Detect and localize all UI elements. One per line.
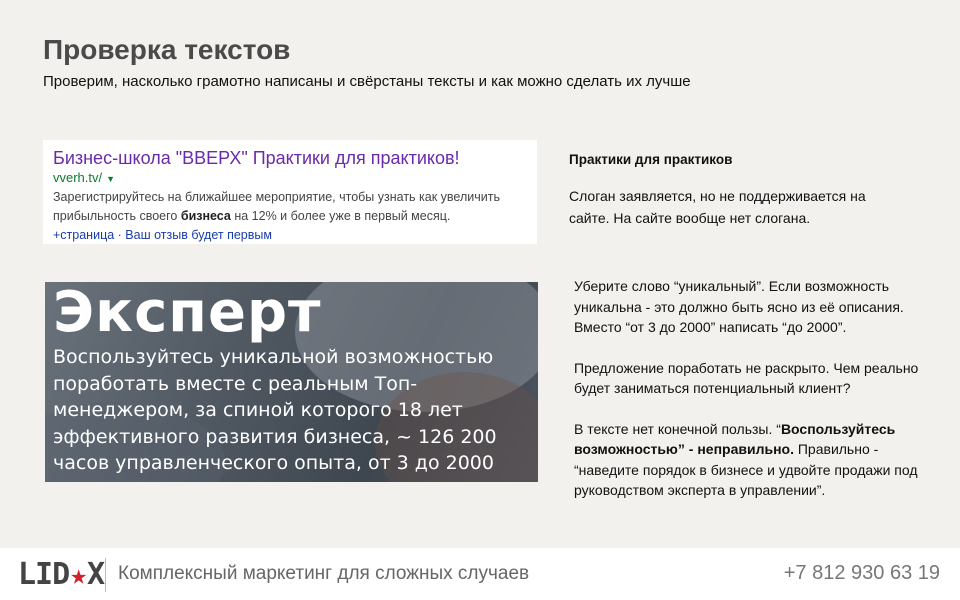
page-subtitle: Проверим, насколько грамотно написаны и …: [43, 73, 691, 90]
ad-desc-line-2: прибыльность своего бизнеса на 12% и бол…: [53, 207, 527, 226]
page-title: Проверка текстов: [43, 34, 291, 65]
note-text: В тексте нет конечной пользы. “: [574, 420, 781, 437]
ad-desc-line-1: Зарегистрируйтесь на ближайшее мероприят…: [53, 189, 500, 204]
note-banner: Уберите слово “уникальный”. Если возможн…: [574, 276, 924, 521]
ad-sitelinks: +страница · Ваш отзыв будет первым: [53, 226, 527, 245]
ad-url-text: vverh.tv/: [53, 170, 103, 185]
footer-divider: [105, 558, 106, 592]
banner-heading: Эксперт: [53, 282, 322, 345]
note-paragraph-3: В тексте нет конечной пользы. “Воспользу…: [574, 419, 924, 501]
ad-url: vverh.tv/▼: [53, 169, 527, 188]
note-paragraph-2: Предложение поработать не раскрыто. Чем …: [574, 359, 919, 397]
ad-link-separator: ·: [114, 227, 126, 242]
search-ad-card: Бизнес-школа "ВВЕРХ" Практики для практи…: [43, 140, 537, 244]
footer-phone[interactable]: +7 812 930 63 19: [784, 562, 940, 585]
banner-body-text: Воспользуйтесь уникальной возможностью п…: [53, 346, 497, 482]
star-icon: ★: [70, 558, 87, 591]
ad-link-review[interactable]: Ваш отзыв будет первым: [125, 228, 272, 242]
logo-text-right: X: [87, 557, 105, 592]
chevron-down-icon[interactable]: ▼: [106, 174, 115, 184]
ad-link-page[interactable]: +страница: [53, 228, 114, 242]
note-slogan-text: Слоган заявляется, но не поддерживается …: [569, 188, 866, 226]
note-slogan: Практики для практиков Слоган заявляется…: [569, 149, 909, 229]
ad-desc-text: на 12% и более уже в первый месяц.: [230, 208, 451, 223]
logo-text-left: LID: [18, 557, 70, 592]
ad-desc-bold: бизнеса: [180, 208, 231, 223]
ad-description: Зарегистрируйтесь на ближайшее мероприят…: [53, 188, 527, 226]
ad-title-link[interactable]: Бизнес-школа "ВВЕРХ" Практики для практи…: [53, 147, 527, 169]
lidex-logo: LID ★ X: [18, 557, 105, 592]
footer-tagline: Комплексный маркетинг для сложных случае…: [118, 563, 530, 584]
expert-banner-image: Эксперт Воспользуйтесь уникальной возмож…: [45, 282, 538, 482]
ad-desc-text: прибыльность своего: [53, 208, 181, 223]
note-paragraph-1: Уберите слово “уникальный”. Если возможн…: [574, 278, 904, 335]
footer-bar: LID ★ X Комплексный маркетинг для сложных …: [0, 548, 960, 600]
note-slogan-heading: Практики для практиков: [569, 152, 733, 167]
